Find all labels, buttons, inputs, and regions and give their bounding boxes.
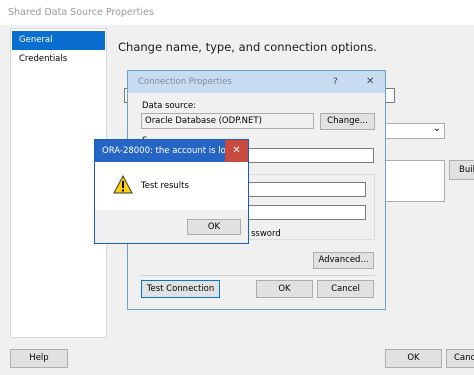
- test-connection-button[interactable]: Test Connection: [141, 280, 220, 298]
- close-icon[interactable]: ✕: [366, 71, 374, 93]
- advanced-button[interactable]: Advanced...: [313, 252, 374, 269]
- dialog-titlebar: Connection Properties ? ✕: [128, 71, 385, 93]
- datasource-value: Oracle Database (ODP.NET): [141, 113, 314, 129]
- error-footer: OK: [95, 210, 248, 243]
- connection-string-box[interactable]: [380, 160, 445, 202]
- help-icon[interactable]: ?: [333, 71, 338, 93]
- password-field[interactable]: [247, 205, 366, 220]
- settings-nav: General Credentials: [10, 28, 107, 338]
- dialog-cancel-button[interactable]: Cancel: [317, 280, 374, 298]
- build-button[interactable]: Buil: [449, 160, 474, 180]
- error-message: Test results: [141, 181, 189, 191]
- error-message-dialog: ORA-28000: the account is locked ✕ Test …: [94, 139, 249, 244]
- datasource-label: Data source:: [142, 101, 197, 111]
- help-button[interactable]: Help: [10, 349, 68, 368]
- username-field[interactable]: [247, 182, 366, 197]
- cancel-button[interactable]: Cancel: [446, 349, 474, 368]
- close-icon[interactable]: ✕: [225, 140, 248, 162]
- chevron-down-icon: ⌄: [432, 123, 441, 134]
- nav-item-credentials[interactable]: Credentials: [12, 50, 105, 69]
- nav-item-general[interactable]: General: [12, 31, 105, 50]
- change-button[interactable]: Change...: [320, 113, 375, 130]
- save-password-label: ssword: [251, 229, 281, 239]
- error-titlebar: ORA-28000: the account is locked ✕: [95, 140, 248, 162]
- warning-icon: [113, 174, 133, 197]
- dialog-title: Connection Properties: [138, 77, 232, 87]
- window-title: Shared Data Source Properties: [0, 0, 474, 25]
- ok-button[interactable]: OK: [385, 349, 442, 368]
- error-ok-button[interactable]: OK: [187, 219, 241, 235]
- page-heading: Change name, type, and connection option…: [118, 40, 377, 54]
- dialog-ok-button[interactable]: OK: [256, 280, 313, 298]
- divider: [141, 275, 375, 276]
- type-dropdown[interactable]: ⌄: [380, 123, 445, 139]
